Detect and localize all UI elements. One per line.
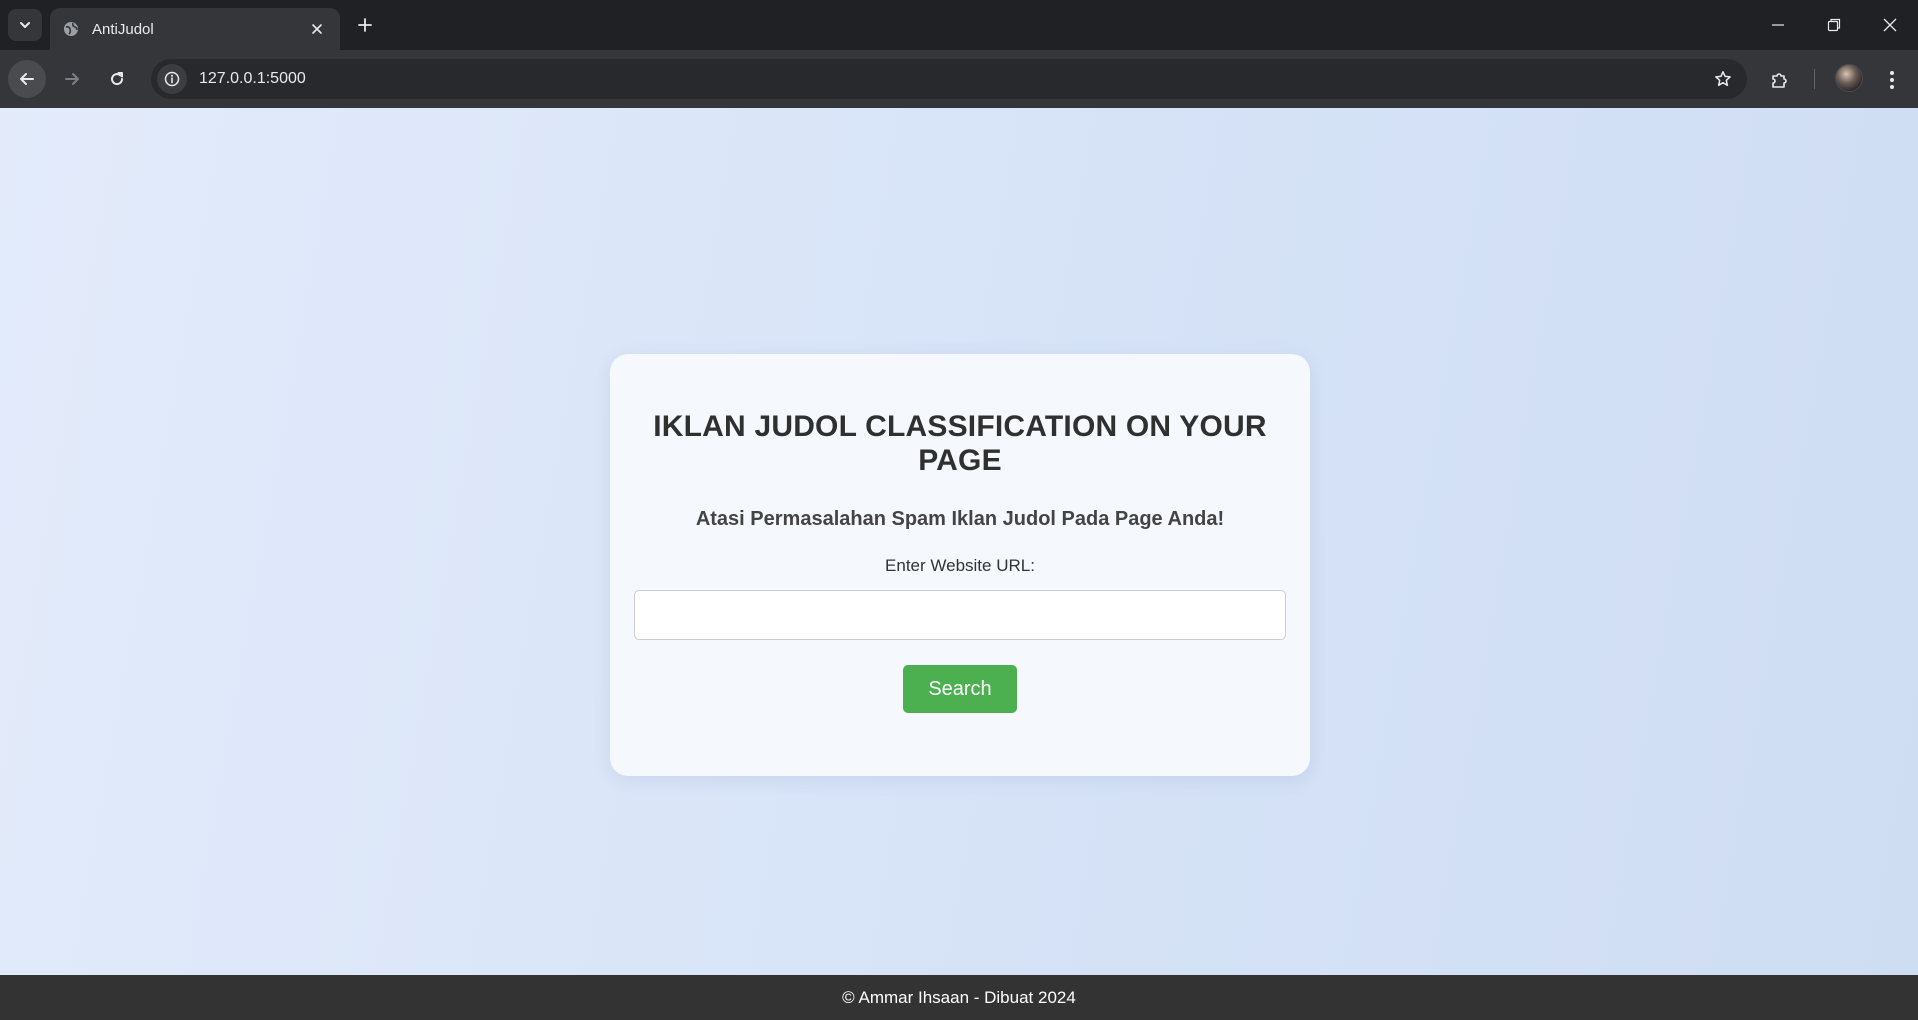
footer-text: © Ammar Ihsaan - Dibuat 2024 <box>842 987 1076 1007</box>
tab-close-icon[interactable] <box>306 18 328 40</box>
restore-icon <box>1827 18 1841 32</box>
reload-button[interactable] <box>98 60 136 98</box>
browser-menu-button[interactable] <box>1876 62 1908 98</box>
plus-icon <box>358 18 372 32</box>
globe-icon <box>62 20 80 38</box>
page-footer: © Ammar Ihsaan - Dibuat 2024 <box>0 975 1918 1020</box>
restore-button[interactable] <box>1806 0 1862 50</box>
bookmark-star-icon[interactable] <box>1705 61 1741 97</box>
chevron-down-icon <box>20 22 30 28</box>
back-button[interactable] <box>8 60 46 98</box>
page-viewport: IKLAN JUDOL CLASSIFICATION ON YOUR PAGE … <box>0 108 1918 975</box>
forward-button[interactable] <box>53 60 91 98</box>
browser-toolbar: 127.0.0.1:5000 <box>0 50 1918 108</box>
site-info-icon[interactable] <box>157 64 187 94</box>
minimize-icon <box>1772 24 1784 26</box>
browser-tabstrip: AntiJudol <box>0 0 1918 50</box>
page-subtitle: Atasi Permasalahan Spam Iklan Judol Pada… <box>695 508 1225 530</box>
url-input[interactable] <box>634 590 1286 640</box>
more-vertical-icon <box>1890 71 1894 89</box>
address-bar[interactable]: 127.0.0.1:5000 <box>151 59 1747 99</box>
browser-tab-active[interactable]: AntiJudol <box>50 8 340 50</box>
reload-icon <box>111 72 124 86</box>
close-window-button[interactable] <box>1862 0 1918 50</box>
url-input-label: Enter Website URL: <box>885 556 1035 575</box>
address-url-text[interactable]: 127.0.0.1:5000 <box>199 70 1705 88</box>
tab-search-button[interactable] <box>8 9 42 41</box>
arrow-right-icon <box>65 73 79 85</box>
new-tab-button[interactable] <box>351 11 379 39</box>
profile-avatar[interactable] <box>1835 64 1863 92</box>
page-title: IKLAN JUDOL CLASSIFICATION ON YOUR PAGE <box>653 410 1267 477</box>
close-icon <box>1883 18 1897 32</box>
toolbar-divider <box>1814 69 1815 89</box>
search-button[interactable]: Search <box>903 665 1017 713</box>
search-card: IKLAN JUDOL CLASSIFICATION ON YOUR PAGE … <box>610 354 1310 776</box>
minimize-button[interactable] <box>1750 0 1806 50</box>
extensions-puzzle-icon[interactable] <box>1762 62 1798 98</box>
tab-title: AntiJudol <box>92 20 154 38</box>
arrow-left-icon <box>20 73 34 85</box>
